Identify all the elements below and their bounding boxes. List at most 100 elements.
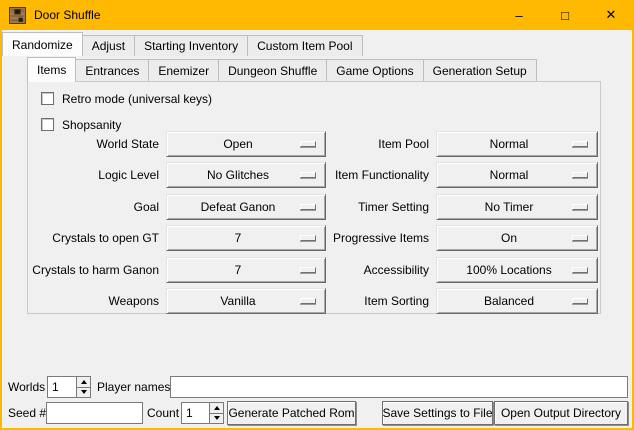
crystals-harm-ganon-row: Crystals to harm Ganon 7 — [28, 254, 326, 286]
weapons-label: Weapons — [109, 294, 159, 308]
count-spinner-up-icon[interactable] — [210, 403, 223, 414]
goal-label: Goal — [134, 200, 159, 214]
dropdown-indicator-icon — [300, 298, 316, 304]
save-settings-button[interactable]: Save Settings to File — [382, 401, 493, 425]
worlds-input[interactable] — [48, 377, 76, 397]
progressive-items-label: Progressive Items — [333, 231, 429, 245]
dropdown-indicator-icon — [300, 235, 316, 241]
dropdown-indicator-icon — [572, 141, 588, 147]
worlds-spinner-arrows — [76, 377, 90, 397]
sub-tab-bar: Items Entrances Enemizer Dungeon Shuffle… — [27, 57, 536, 82]
goal-dropdown[interactable]: Defeat Ganon — [166, 194, 326, 220]
player-names-input[interactable] — [170, 376, 628, 398]
logic-level-dropdown[interactable]: No Glitches — [166, 162, 326, 188]
dropdown-indicator-icon — [572, 172, 588, 178]
tab-game-options[interactable]: Game Options — [326, 59, 423, 81]
item-pool-dropdown[interactable]: Normal — [436, 131, 598, 157]
right-options-column: Item Pool Normal Item Functionality Norm… — [326, 128, 598, 317]
world-state-dropdown[interactable]: Open — [166, 131, 326, 157]
world-state-label: World State — [97, 137, 159, 151]
accessibility-label: Accessibility — [364, 263, 429, 277]
weapons-dropdown[interactable]: Vanilla — [166, 288, 326, 314]
progressive-items-value: On — [501, 231, 517, 245]
left-options-column: World State Open Logic Level No Glitches… — [28, 128, 326, 317]
item-sorting-row: Item Sorting Balanced — [326, 286, 598, 318]
window-controls: – □ ✕ — [496, 0, 634, 30]
tab-randomize[interactable]: Randomize — [2, 32, 83, 56]
timer-setting-value: No Timer — [485, 200, 534, 214]
item-pool-value: Normal — [490, 137, 529, 151]
dropdown-indicator-icon — [300, 141, 316, 147]
minimize-button[interactable]: – — [496, 0, 542, 30]
titlebar: Door Shuffle – □ ✕ — [0, 0, 634, 30]
dropdown-indicator-icon — [300, 204, 316, 210]
dropdown-indicator-icon — [572, 298, 588, 304]
dropdown-indicator-icon — [300, 172, 316, 178]
seed-input[interactable] — [46, 402, 143, 424]
generate-patched-rom-button[interactable]: Generate Patched Rom — [227, 401, 356, 425]
weapons-value: Vanilla — [220, 294, 255, 308]
player-names-label: Player names — [97, 376, 170, 398]
crystals-open-gt-dropdown[interactable]: 7 — [166, 225, 326, 251]
worlds-label: Worlds — [8, 376, 45, 398]
door-app-icon — [9, 7, 26, 24]
weapons-row: Weapons Vanilla — [28, 286, 326, 318]
count-spinner-down-icon[interactable] — [210, 414, 223, 424]
logic-level-row: Logic Level No Glitches — [28, 160, 326, 192]
goal-value: Defeat Ganon — [201, 200, 276, 214]
world-state-row: World State Open — [28, 128, 326, 160]
item-pool-row: Item Pool Normal — [326, 128, 598, 160]
world-state-value: Open — [223, 137, 252, 151]
crystals-open-gt-row: Crystals to open GT 7 — [28, 223, 326, 255]
item-sorting-dropdown[interactable]: Balanced — [436, 288, 598, 314]
dropdown-indicator-icon — [572, 267, 588, 273]
item-functionality-label: Item Functionality — [335, 168, 429, 182]
dropdown-indicator-icon — [572, 204, 588, 210]
accessibility-row: Accessibility 100% Locations — [326, 254, 598, 286]
timer-setting-dropdown[interactable]: No Timer — [436, 194, 598, 220]
count-spinner-arrows — [209, 403, 223, 423]
window-title: Door Shuffle — [34, 8, 101, 22]
worlds-spinner-down-icon[interactable] — [77, 388, 90, 398]
item-functionality-value: Normal — [490, 168, 529, 182]
crystals-open-gt-value: 7 — [235, 231, 242, 245]
goal-row: Goal Defeat Ganon — [28, 191, 326, 223]
tab-enemizer[interactable]: Enemizer — [148, 59, 219, 81]
count-input[interactable] — [182, 403, 209, 423]
crystals-open-gt-label: Crystals to open GT — [52, 231, 159, 245]
crystals-harm-ganon-label: Crystals to harm Ganon — [32, 263, 159, 277]
retro-mode-label: Retro mode (universal keys) — [62, 92, 212, 106]
seed-label: Seed # — [8, 402, 46, 424]
main-tab-bar: Randomize Adjust Starting Inventory Cust… — [2, 32, 362, 56]
tab-generation-setup[interactable]: Generation Setup — [423, 59, 537, 81]
progressive-items-dropdown[interactable]: On — [436, 225, 598, 251]
items-panel: Retro mode (universal keys) Shopsanity W… — [27, 81, 601, 314]
open-output-directory-button[interactable]: Open Output Directory — [494, 401, 628, 425]
close-button[interactable]: ✕ — [588, 0, 634, 30]
count-spinner — [181, 402, 224, 424]
worlds-spinner-up-icon[interactable] — [77, 377, 90, 388]
logic-level-label: Logic Level — [98, 168, 159, 182]
tab-adjust[interactable]: Adjust — [82, 35, 135, 56]
retro-mode-row: Retro mode (universal keys) — [41, 91, 212, 106]
item-pool-label: Item Pool — [378, 137, 429, 151]
tab-dungeon-shuffle[interactable]: Dungeon Shuffle — [218, 59, 327, 81]
tab-entrances[interactable]: Entrances — [75, 59, 149, 81]
item-sorting-value: Balanced — [484, 294, 534, 308]
worlds-spinner — [47, 376, 91, 398]
timer-setting-row: Timer Setting No Timer — [326, 191, 598, 223]
maximize-button[interactable]: □ — [542, 0, 588, 30]
item-sorting-label: Item Sorting — [364, 294, 429, 308]
tab-custom-item-pool[interactable]: Custom Item Pool — [247, 35, 362, 56]
tab-items[interactable]: Items — [27, 57, 76, 82]
timer-setting-label: Timer Setting — [358, 200, 429, 214]
count-label: Count — [147, 402, 179, 424]
item-functionality-row: Item Functionality Normal — [326, 160, 598, 192]
crystals-harm-ganon-dropdown[interactable]: 7 — [166, 257, 326, 283]
accessibility-dropdown[interactable]: 100% Locations — [436, 257, 598, 283]
retro-mode-checkbox[interactable] — [41, 92, 54, 105]
tab-starting-inventory[interactable]: Starting Inventory — [134, 35, 248, 56]
crystals-harm-ganon-value: 7 — [235, 263, 242, 277]
dropdown-indicator-icon — [300, 267, 316, 273]
item-functionality-dropdown[interactable]: Normal — [436, 162, 598, 188]
